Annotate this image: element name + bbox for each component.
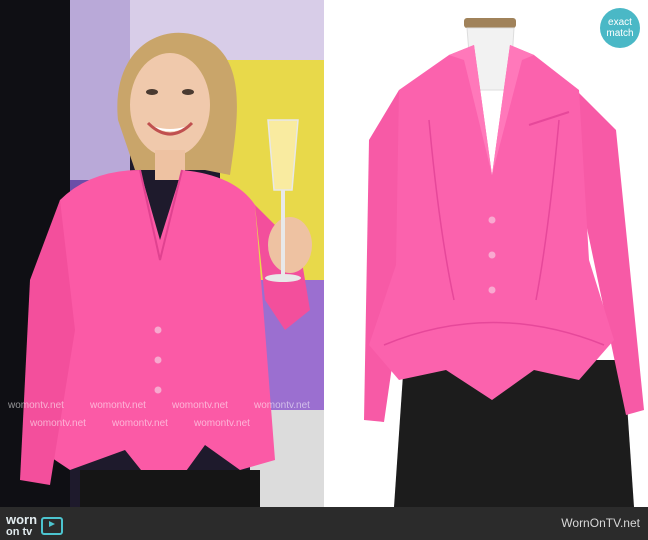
jacket-product-illustration (324, 0, 648, 507)
logo-word: worn (6, 512, 38, 527)
watermark: womontv.net (194, 418, 250, 429)
badge-line1: exact (608, 17, 632, 28)
watermark: womontv.net (90, 400, 146, 411)
exact-match-badge: exact match (600, 8, 640, 48)
watermark: womontv.net (112, 418, 168, 429)
watermark: womontv.net (8, 400, 64, 411)
product-photo (324, 0, 648, 507)
tv-scene-illustration (0, 0, 324, 507)
tv-still-photo: womontv.net womontv.net womontv.net womo… (0, 0, 324, 507)
tv-icon (41, 516, 64, 535)
site-credit: WornOnTV.net (561, 516, 640, 530)
watermark: womontv.net (172, 400, 228, 411)
badge-line2: match (606, 28, 634, 39)
footer-bar: worn on tv WornOnTV.net (0, 507, 648, 540)
watermark: womontv.net (30, 418, 86, 429)
site-logo[interactable]: worn on tv (6, 512, 64, 538)
watermark: womontv.net (254, 400, 310, 411)
logo-word-tv: on tv (6, 526, 33, 538)
